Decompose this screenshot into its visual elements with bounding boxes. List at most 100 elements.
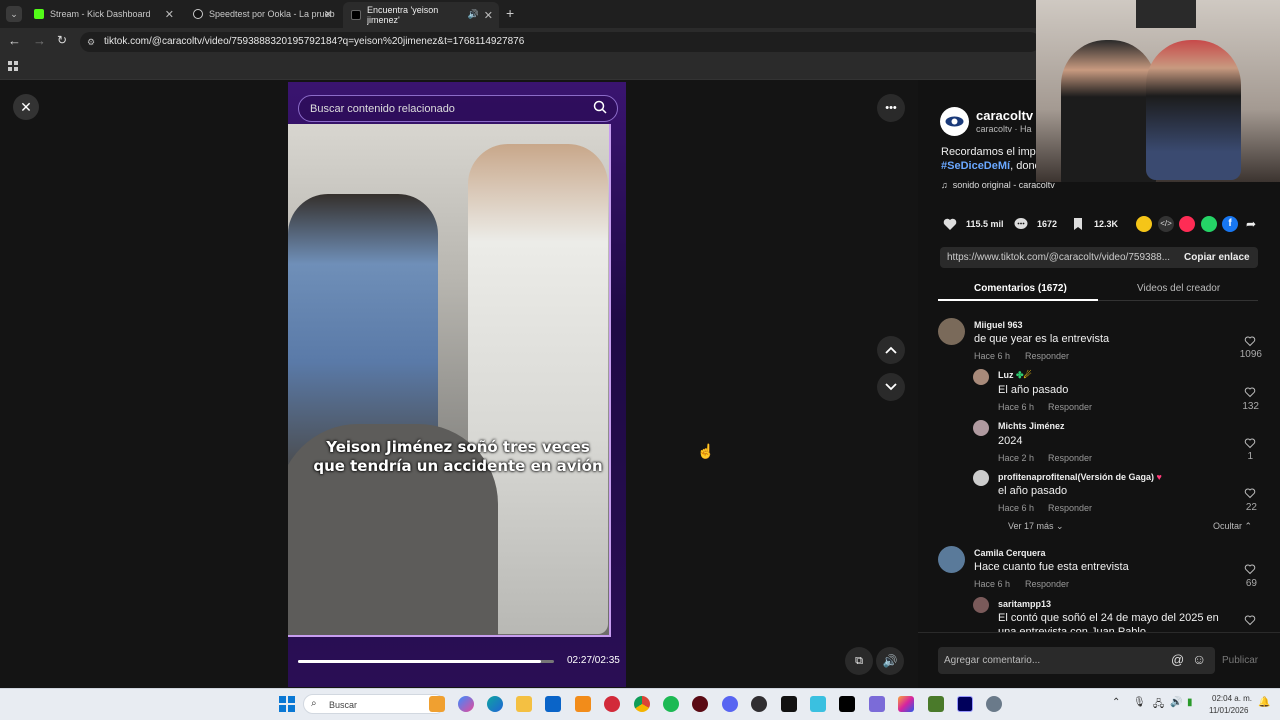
edge-icon[interactable] (487, 696, 503, 712)
add-comment-input[interactable]: Agregar comentario... @ ☺ (938, 647, 1215, 674)
start-menu-icon[interactable] (279, 696, 295, 712)
close-video-button[interactable]: ✕ (13, 94, 39, 120)
whatsapp-icon[interactable] (1201, 216, 1217, 232)
heart-outline-icon[interactable] (1244, 614, 1256, 626)
tab-kick-dashboard[interactable]: Stream - Kick Dashboard ✕ (26, 3, 180, 25)
avatar[interactable] (938, 318, 965, 345)
volume-tray-icon[interactable]: 🔊 (1170, 697, 1182, 708)
comment-author[interactable]: saritampp13 (998, 599, 1051, 609)
embed-icon[interactable]: </> (1158, 216, 1174, 232)
comment-author[interactable]: Miiguel 963 (974, 320, 1023, 330)
gaming-icon[interactable] (869, 696, 885, 712)
reply-button[interactable]: Responder (1048, 402, 1092, 412)
clock-date[interactable]: 11/01/2026 (1209, 706, 1248, 715)
comment-author[interactable]: Michts Jiménez (998, 421, 1065, 431)
copy-link-button[interactable]: Copiar enlace (1184, 252, 1250, 263)
copilot-icon[interactable] (458, 696, 474, 712)
video-link-text[interactable]: https://www.tiktok.com/@caracoltv/video/… (947, 252, 1170, 263)
url-field[interactable]: ⚙ tiktok.com/@caracoltv/video/7593888320… (80, 32, 1040, 52)
volume-button[interactable]: 🔊 (876, 647, 904, 675)
file-explorer-icon[interactable] (516, 696, 532, 712)
tab-speedtest[interactable]: Speedtest por Ookla - La prueb ✕ (185, 3, 339, 25)
tab-comments[interactable]: Comentarios (1672) (974, 283, 1067, 294)
settings-icon[interactable] (986, 696, 1002, 712)
taskbar-search[interactable]: ⌕ Buscar (303, 694, 445, 714)
author-name[interactable]: caracoltv (976, 108, 1033, 123)
coin-share-icon[interactable] (1136, 216, 1152, 232)
reply-button[interactable]: Responder (1025, 351, 1069, 361)
reply-button[interactable]: Responder (1048, 453, 1092, 463)
app-red-icon[interactable] (604, 696, 620, 712)
more-options-button[interactable]: ••• (877, 94, 905, 122)
close-tab-icon[interactable]: ✕ (165, 8, 174, 21)
comet-emoji-icon: ☄ (1023, 370, 1032, 380)
send-share-icon[interactable] (1179, 216, 1195, 232)
hashtag-link[interactable]: #SeDiceDeMí (941, 160, 1010, 172)
search-icon[interactable] (593, 100, 607, 114)
comment-button[interactable]: 1672 (1013, 216, 1057, 232)
discord-icon[interactable] (722, 696, 738, 712)
facebook-icon[interactable]: f (1222, 216, 1238, 232)
new-tab-button[interactable]: + (506, 5, 514, 21)
tiktok-app-icon[interactable] (839, 696, 855, 712)
forward-button[interactable]: → (33, 33, 46, 48)
tab-list-dropdown[interactable]: ⌄ (6, 6, 22, 22)
vlc-icon[interactable] (575, 696, 591, 712)
reply-button[interactable]: Responder (1025, 579, 1069, 589)
comment-author[interactable]: profitenaprofitenal(Versión de Gaga) ♥ (998, 472, 1162, 482)
obs-icon[interactable] (751, 696, 767, 712)
avatar[interactable] (973, 470, 989, 486)
speaker-icon[interactable]: 🔊 (468, 9, 479, 20)
close-tab-icon[interactable]: ✕ (484, 9, 493, 22)
author-avatar[interactable] (940, 107, 969, 136)
apps-grid-icon[interactable] (8, 61, 18, 71)
floating-player-button[interactable]: ⧉ (845, 647, 873, 675)
clock-time[interactable]: 02:04 a. m. (1212, 694, 1252, 703)
outlook-icon[interactable] (545, 696, 561, 712)
avatar[interactable] (973, 597, 989, 613)
next-video-button[interactable] (877, 373, 905, 401)
heart-outline-icon[interactable] (1244, 335, 1256, 347)
minecraft-icon[interactable] (928, 696, 944, 712)
heart-outline-icon[interactable] (1244, 386, 1256, 398)
hide-replies-button[interactable]: Ocultar ⌃ (1213, 521, 1252, 532)
tab-creator-videos[interactable]: Videos del creador (1137, 283, 1220, 294)
reply-button[interactable]: Responder (1048, 503, 1092, 513)
instagram-icon[interactable] (898, 696, 914, 712)
widgets-icon[interactable] (429, 696, 445, 712)
chrome-icon[interactable] (634, 696, 650, 712)
comment-author[interactable]: Camila Cerquera (974, 548, 1046, 558)
mention-icon[interactable]: @ (1171, 652, 1184, 667)
spotify-icon[interactable] (663, 696, 679, 712)
site-info-icon[interactable]: ⚙ (87, 32, 95, 52)
tray-overflow-icon[interactable]: ⌃ (1112, 697, 1120, 708)
avatar[interactable] (973, 420, 989, 436)
comment-author[interactable]: Luz ✤☄ (998, 370, 1032, 381)
back-button[interactable]: ← (8, 33, 21, 48)
view-more-replies-button[interactable]: Ver 17 más ⌄ (1008, 521, 1064, 532)
heart-outline-icon[interactable] (1244, 437, 1256, 449)
microphone-icon[interactable]: 🎙 (1133, 697, 1146, 708)
previous-video-button[interactable] (877, 336, 905, 364)
capcut-icon[interactable] (781, 696, 797, 712)
battery-icon[interactable]: ▮ (1187, 697, 1193, 708)
avatar[interactable] (973, 369, 989, 385)
publish-button[interactable]: Publicar (1222, 655, 1258, 666)
close-tab-icon[interactable]: ✕ (324, 8, 333, 21)
app-cyan-icon[interactable] (810, 696, 826, 712)
avatar[interactable] (938, 546, 965, 573)
premiere-icon[interactable] (957, 696, 973, 712)
heart-outline-icon[interactable] (1244, 487, 1256, 499)
reload-button[interactable]: ↻ (57, 33, 67, 47)
network-icon[interactable]: 🖧 (1153, 697, 1164, 714)
share-arrow-icon[interactable]: ➦ (1243, 216, 1259, 232)
save-button[interactable]: 12.3K (1070, 216, 1118, 232)
notifications-icon[interactable]: 🔔 (1258, 697, 1270, 708)
heart-outline-icon[interactable] (1244, 563, 1256, 575)
related-search-input[interactable]: Buscar contenido relacionado (298, 95, 618, 122)
like-button[interactable]: 115.5 mil (942, 216, 1004, 232)
tab-tiktok[interactable]: Encuentra 'yeison jimenez' 🔊 ✕ (343, 2, 499, 28)
emoji-icon[interactable]: ☺ (1192, 651, 1206, 667)
app-dark-red-icon[interactable] (692, 696, 708, 712)
video-progress-bar[interactable] (298, 660, 554, 663)
